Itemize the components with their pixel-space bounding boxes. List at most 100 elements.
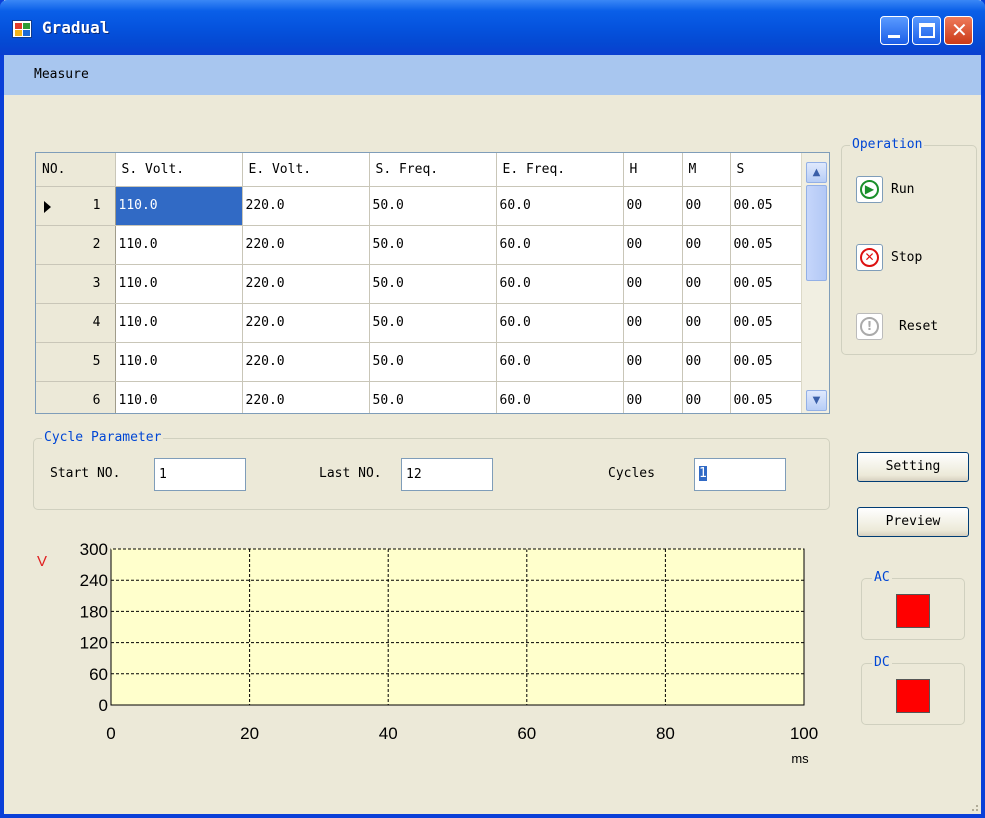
close-button[interactable]: ✕ (944, 16, 973, 45)
cell-e-freq[interactable]: 60.0 (496, 264, 624, 304)
cell-e-volt[interactable]: 220.0 (242, 225, 370, 265)
row-header[interactable]: 1 (36, 186, 116, 226)
cell-s-freq[interactable]: 50.0 (369, 186, 497, 226)
cycles-field[interactable]: 1 (694, 458, 786, 491)
run-button-label: Run (891, 181, 915, 197)
start-no-label: Start NO. (50, 466, 121, 481)
window-title: Gradual (42, 18, 110, 37)
cell-s-freq[interactable]: 50.0 (369, 225, 497, 265)
cell-e-freq[interactable]: 60.0 (496, 342, 624, 382)
plot-area (110, 548, 805, 706)
cell-m[interactable]: 00 (682, 186, 731, 226)
menu-bar: Measure (4, 55, 981, 95)
gradual-window: Gradual ✕ Measure NO. S. Volt. E. Volt. … (0, 0, 985, 818)
scroll-thumb[interactable] (806, 185, 827, 281)
cell-s-volt[interactable]: 110.0 (115, 381, 243, 413)
cell-h[interactable]: 00 (623, 186, 683, 226)
col-header-m[interactable]: M (682, 153, 731, 187)
dc-status-lamp (896, 679, 930, 713)
col-header-e-volt[interactable]: E. Volt. (242, 153, 370, 187)
setting-button[interactable]: Setting (857, 452, 969, 482)
col-header-s-volt[interactable]: S. Volt. (115, 153, 243, 187)
resize-grip-icon[interactable] (967, 800, 979, 812)
minimize-icon (888, 35, 900, 38)
y-tick-label: 240 (80, 571, 108, 590)
col-header-e-freq[interactable]: E. Freq. (496, 153, 624, 187)
cell-m[interactable]: 00 (682, 225, 731, 265)
x-tick-label: 0 (106, 724, 115, 743)
preview-button[interactable]: Preview (857, 507, 969, 537)
cell-e-volt[interactable]: 220.0 (242, 264, 370, 304)
row-header[interactable]: 5 (36, 342, 116, 382)
row-header[interactable]: 3 (36, 264, 116, 304)
cycles-label: Cycles (608, 466, 655, 481)
cycles-field-value: 1 (699, 466, 707, 481)
row-header[interactable]: 2 (36, 225, 116, 265)
cell-e-freq[interactable]: 60.0 (496, 381, 624, 413)
grid-vertical-scrollbar[interactable]: ▲ ▼ (801, 153, 829, 413)
last-no-field[interactable] (401, 458, 493, 491)
voltage-chart: 0 20 40 60 80 100 0 60 120 180 240 300 V ms (4, 530, 844, 780)
scroll-up-button[interactable]: ▲ (806, 162, 827, 183)
cell-s-volt[interactable]: 110.0 (115, 342, 243, 382)
cell-e-freq[interactable]: 60.0 (496, 303, 624, 343)
cell-h[interactable]: 00 (623, 303, 683, 343)
start-no-field[interactable] (154, 458, 246, 491)
cell-s-volt[interactable]: 110.0 (115, 225, 243, 265)
minimize-button[interactable] (880, 16, 909, 45)
col-header-h[interactable]: H (623, 153, 683, 187)
cell-s-freq[interactable]: 50.0 (369, 264, 497, 304)
menu-measure[interactable]: Measure (34, 67, 89, 82)
cell-s[interactable]: 00.05 (730, 381, 803, 413)
x-tick-labels: 0 20 40 60 80 100 (106, 724, 818, 743)
cell-s[interactable]: 00.05 (730, 264, 803, 304)
reset-button[interactable]: ! Reset (856, 312, 938, 340)
row-header[interactable]: 4 (36, 303, 116, 343)
maximize-icon (919, 23, 935, 38)
cell-m[interactable]: 00 (682, 381, 731, 413)
cell-e-freq[interactable]: 60.0 (496, 186, 624, 226)
cell-e-volt[interactable]: 220.0 (242, 303, 370, 343)
table-row[interactable]: 2 110.0 220.0 50.0 60.0 00 00 00.05 (36, 225, 803, 265)
cell-s[interactable]: 00.05 (730, 342, 803, 382)
scroll-down-button[interactable]: ▼ (806, 390, 827, 411)
cell-e-freq[interactable]: 60.0 (496, 225, 624, 265)
table-row[interactable]: 4 110.0 220.0 50.0 60.0 00 00 00.05 (36, 303, 803, 343)
cell-e-volt[interactable]: 220.0 (242, 186, 370, 226)
table-row[interactable]: 6 110.0 220.0 50.0 60.0 00 00 00.05 (36, 381, 803, 413)
col-header-s-freq[interactable]: S. Freq. (369, 153, 497, 187)
operation-group-title: Operation (850, 137, 925, 152)
cell-s-freq[interactable]: 50.0 (369, 342, 497, 382)
col-header-no[interactable]: NO. (36, 153, 116, 187)
maximize-button[interactable] (912, 16, 941, 45)
cell-s-volt[interactable]: 110.0 (115, 303, 243, 343)
cell-e-volt[interactable]: 220.0 (242, 342, 370, 382)
cell-h[interactable]: 00 (623, 381, 683, 413)
cell-s-volt[interactable]: 110.0 (115, 264, 243, 304)
cell-e-volt[interactable]: 220.0 (242, 381, 370, 413)
cell-s-volt[interactable]: 110.0 (115, 186, 243, 226)
table-row[interactable]: 3 110.0 220.0 50.0 60.0 00 00 00.05 (36, 264, 803, 304)
cell-s[interactable]: 00.05 (730, 303, 803, 343)
cell-m[interactable]: 00 (682, 303, 731, 343)
close-icon: ✕ (951, 18, 968, 42)
cell-s-freq[interactable]: 50.0 (369, 303, 497, 343)
row-header[interactable]: 6 (36, 381, 116, 413)
cell-m[interactable]: 00 (682, 342, 731, 382)
cell-m[interactable]: 00 (682, 264, 731, 304)
gradual-data-grid[interactable]: NO. S. Volt. E. Volt. S. Freq. E. Freq. … (35, 152, 830, 414)
run-button[interactable]: ▶ Run (856, 175, 914, 203)
cell-h[interactable]: 00 (623, 342, 683, 382)
stop-button[interactable]: ✕ Stop (856, 243, 922, 271)
table-row[interactable]: 5 110.0 220.0 50.0 60.0 00 00 00.05 (36, 342, 803, 382)
cell-h[interactable]: 00 (623, 264, 683, 304)
cell-h[interactable]: 00 (623, 225, 683, 265)
cell-s[interactable]: 00.05 (730, 186, 803, 226)
cell-s[interactable]: 00.05 (730, 225, 803, 265)
col-header-s[interactable]: S (730, 153, 803, 187)
table-row[interactable]: 1 110.0 220.0 50.0 60.0 00 00 00.05 (36, 186, 803, 226)
cell-s-freq[interactable]: 50.0 (369, 381, 497, 413)
x-axis-label: ms (791, 751, 809, 766)
title-bar[interactable]: Gradual ✕ (0, 0, 985, 55)
x-tick-label: 80 (656, 724, 675, 743)
